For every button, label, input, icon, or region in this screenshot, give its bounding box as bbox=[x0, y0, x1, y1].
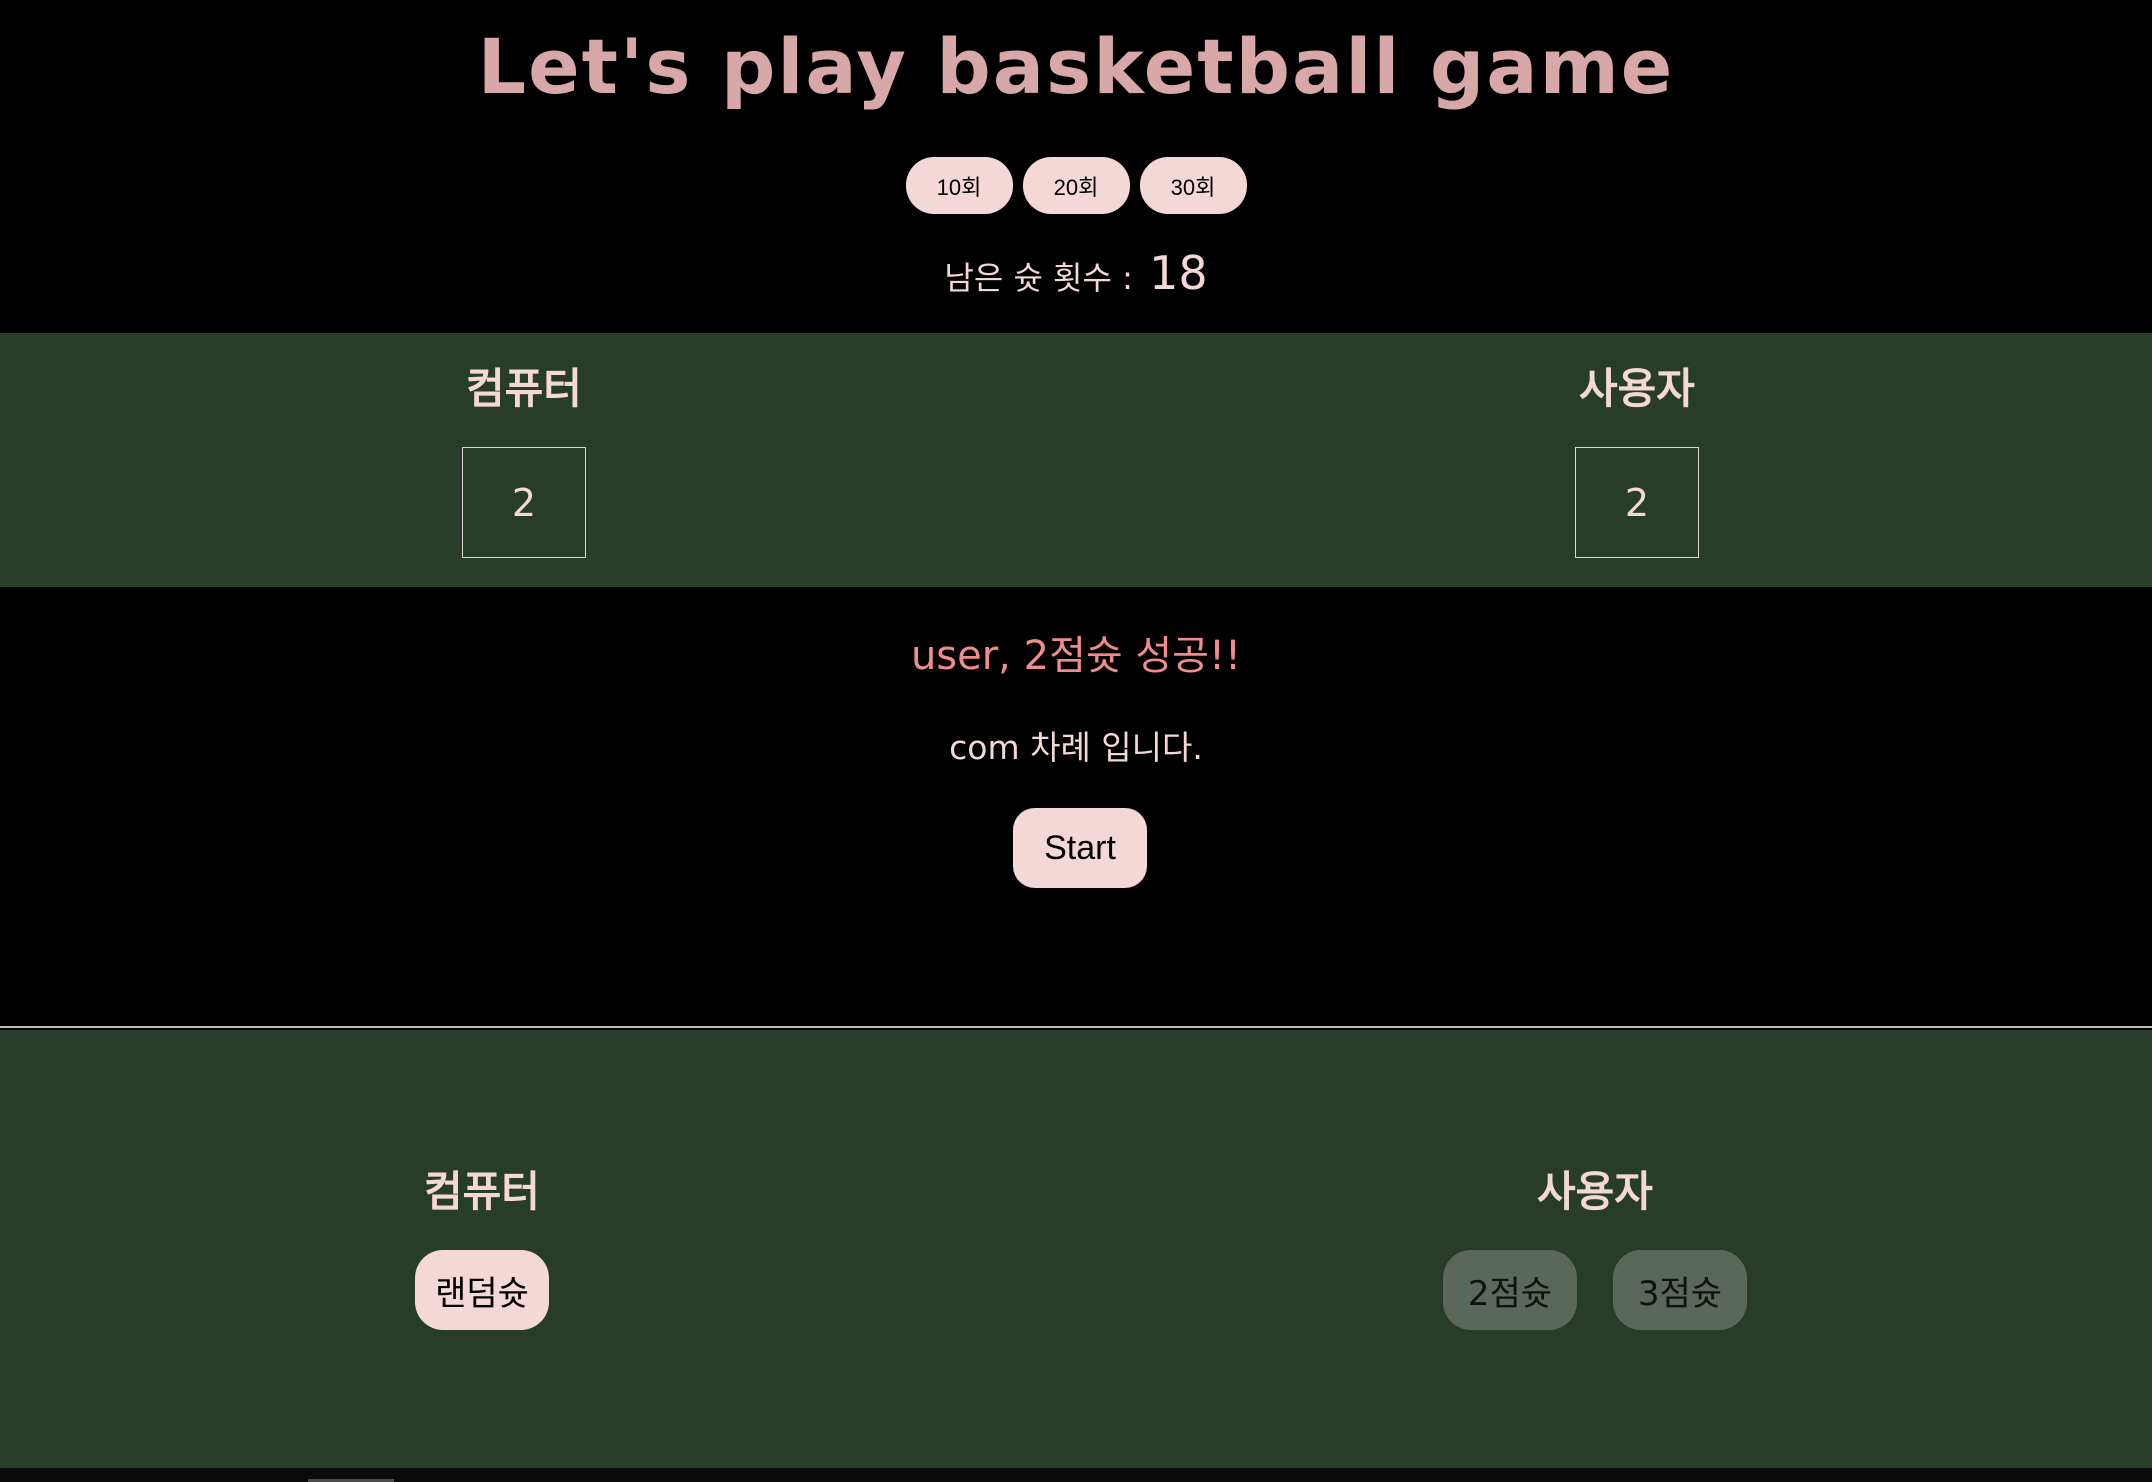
page-title: Let's play basketball game bbox=[477, 22, 1675, 111]
divider bbox=[0, 1026, 2152, 1028]
user-score-panel: 사용자 2 bbox=[1487, 359, 1787, 558]
round-30-button[interactable]: 30회 bbox=[1139, 157, 1247, 214]
user-controls-name: 사용자 bbox=[1537, 1167, 1653, 1216]
user-name: 사용자 bbox=[1579, 364, 1695, 413]
computer-score: 2 bbox=[462, 447, 586, 558]
turn-indicator: com 차례 입니다. bbox=[949, 728, 1203, 767]
computer-controls-name: 컴퓨터 bbox=[424, 1167, 540, 1216]
random-shot-button[interactable]: 랜덤슛 bbox=[415, 1250, 549, 1330]
result-message: user, 2점슛 성공!! bbox=[910, 633, 1242, 679]
round-selector: 10회 20회 30회 bbox=[0, 157, 2152, 214]
scoreboard: 컴퓨터 2 사용자 2 bbox=[0, 333, 2152, 587]
control-panel: 컴퓨터 랜덤슛 사용자 2점슛 3점슛 bbox=[0, 1030, 2152, 1468]
remaining-shots-count: 18 bbox=[1149, 246, 1208, 300]
computer-controls: 컴퓨터 랜덤슛 bbox=[382, 1162, 582, 1330]
remaining-shots: 남은 슛 횟수 : 18 bbox=[0, 240, 2152, 311]
round-20-button[interactable]: 20회 bbox=[1022, 157, 1130, 214]
three-point-shot-button[interactable]: 3점슛 bbox=[1613, 1250, 1747, 1330]
remaining-shots-label: 남은 슛 횟수 : bbox=[944, 259, 1133, 297]
user-controls: 사용자 2점슛 3점슛 bbox=[1395, 1162, 1795, 1330]
two-point-shot-button[interactable]: 2점슛 bbox=[1443, 1250, 1577, 1330]
start-button[interactable]: Start bbox=[1013, 808, 1147, 888]
computer-name: 컴퓨터 bbox=[466, 364, 582, 413]
user-score: 2 bbox=[1575, 447, 1699, 558]
round-10-button[interactable]: 10회 bbox=[905, 157, 1013, 214]
computer-score-panel: 컴퓨터 2 bbox=[374, 359, 674, 558]
game-page: Let's play basketball game 10회 20회 30회 남… bbox=[0, 0, 2152, 1482]
